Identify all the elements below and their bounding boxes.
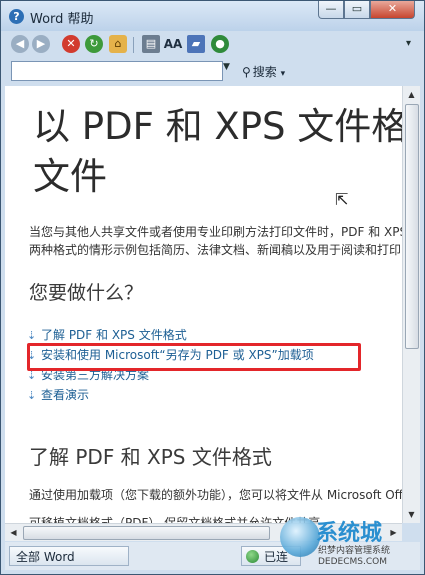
close-button[interactable]: ✕ [370,1,415,19]
search-button[interactable]: ⚲ 搜索 ▾ [242,63,285,80]
scroll-left-icon[interactable]: ◀ [5,524,22,541]
highlight-box [27,343,361,371]
section-heading-about-formats: 了解 PDF 和 XPS 文件格式 [29,445,272,469]
search-input[interactable] [11,61,223,81]
watermark-globe-icon [280,517,320,557]
back-icon[interactable]: ◀ [11,35,29,53]
intro-paragraph: 当您与其他人共享文件或者使用专业印刷方法打印文件时，PDF 和 XPS 格式十分… [29,225,402,257]
down-arrow-icon: ⇣ [27,389,37,402]
topic-link[interactable]: ⇣ 了解 PDF 和 XPS 文件格式 [27,325,314,345]
vertical-scroll-thumb[interactable] [405,104,419,349]
search-scope-button[interactable]: 全部 Word [9,546,129,566]
refresh-icon[interactable]: ↻ [85,35,103,53]
topic-link[interactable]: ⇣ 查看演示 [27,385,314,405]
stop-icon[interactable]: ✕ [62,35,80,53]
help-app-icon: ? [9,9,24,24]
toolbar-divider [133,37,134,53]
watermark-line-1: 织梦内容管理系统 [318,546,391,556]
page-title: 以 PDF 和 XPS 文件格式保存文件 [33,105,402,198]
section-heading-what-to-do: 您要做什么？ [29,282,144,304]
search-button-label: 搜索 [252,65,277,79]
scroll-up-icon[interactable]: ▲ [403,86,420,103]
article-pane: 以 PDF 和 XPS 文件格式保存文件 当您与其他人共享文件或者使用专业印刷方… [5,86,402,523]
watermark-line-2: DEDECMS.COM [318,557,387,567]
minimize-button[interactable]: — [318,1,344,19]
topic-link-label[interactable]: 查看演示 [41,388,89,402]
search-icon: ⚲ [242,65,251,79]
body-paragraph: 通过使用加载项（您下载的额外功能），您可以将文件从 Microsoft Offi… [29,488,402,502]
search-history-dropdown-icon[interactable]: ▼ [223,62,230,72]
topic-link-label[interactable]: 了解 PDF 和 XPS 文件格式 [41,328,187,342]
globe-icon [246,550,259,563]
window-title: Word 帮助 [30,12,94,27]
help-toolbar: ◀ ▶ ✕ ↻ ⌂ ▤ AA ▰ ● ▾ [5,32,420,58]
mouse-pointer-icon: ⇱ [335,190,349,209]
maximize-button[interactable]: ▭ [344,1,370,19]
title-bar[interactable]: ? Word 帮助 — ▭ ✕ [1,1,424,31]
search-options-dropdown-icon[interactable]: ▾ [281,69,286,79]
book-icon[interactable]: ▰ [187,35,205,53]
horizontal-scroll-thumb[interactable] [23,526,270,540]
pin-icon[interactable]: ● [211,35,229,53]
home-icon[interactable]: ⌂ [109,35,127,53]
toolbar-overflow-icon[interactable]: ▾ [406,38,411,49]
help-window: ? Word 帮助 — ▭ ✕ ◀ ▶ ✕ ↻ ⌂ ▤ AA ▰ ● ▾ ▼ ⚲… [0,0,425,575]
print-icon[interactable]: ▤ [142,35,160,53]
site-watermark: 系统城 织梦内容管理系统 DEDECMS.COM [276,513,425,573]
search-bar: ▼ ⚲ 搜索 ▾ [5,59,420,83]
font-size-icon[interactable]: AA [163,35,183,53]
vertical-scrollbar[interactable]: ▲ ▼ [402,86,420,523]
forward-icon[interactable]: ▶ [32,35,50,53]
